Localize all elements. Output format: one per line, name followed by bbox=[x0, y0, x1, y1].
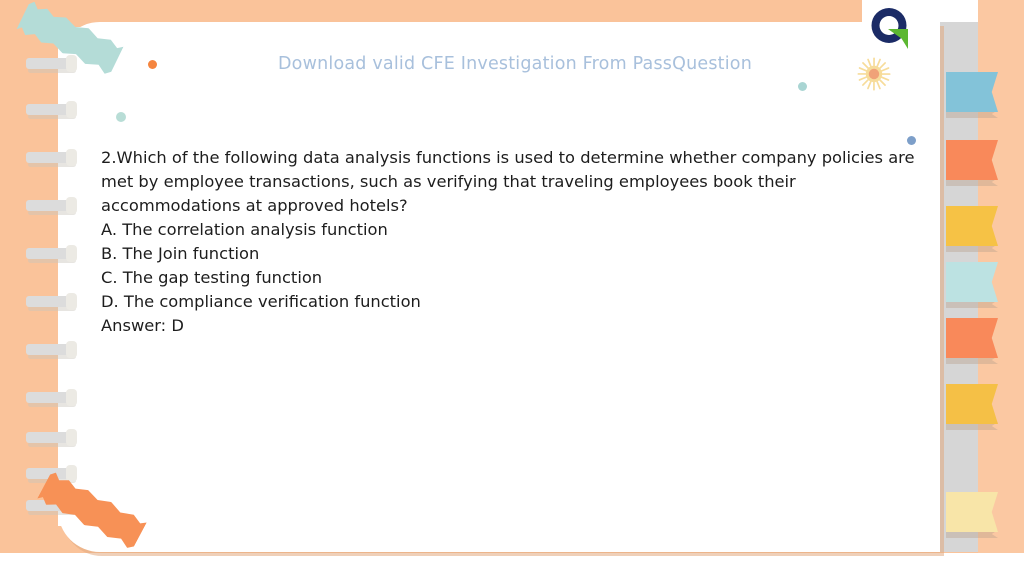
option-c[interactable]: C. The gap testing function bbox=[101, 266, 931, 290]
spiral-ring bbox=[26, 341, 77, 358]
spiral-ring bbox=[26, 149, 77, 166]
answer-label: Answer: D bbox=[101, 316, 184, 335]
q-logo-icon bbox=[871, 8, 908, 49]
spiral-ring bbox=[26, 197, 77, 214]
option-b[interactable]: B. The Join function bbox=[101, 242, 931, 266]
spiral-ring bbox=[26, 293, 77, 310]
question-stem: 2.Which of the following data analysis f… bbox=[101, 148, 915, 215]
pass-question-logo: PASS QUESTION bbox=[866, 4, 1018, 52]
spiral-ring bbox=[26, 245, 77, 262]
sunburst-icon bbox=[857, 57, 891, 91]
spiral-ring bbox=[26, 55, 77, 72]
ribbon-tab-blue[interactable] bbox=[946, 72, 998, 112]
ribbon-tab-orange-2[interactable] bbox=[946, 318, 998, 358]
ribbon-tab-orange-1[interactable] bbox=[946, 140, 998, 180]
dot-orange-top-left bbox=[148, 60, 157, 69]
ribbon-tab-yellow-2[interactable] bbox=[946, 384, 998, 424]
spiral-ring bbox=[26, 389, 77, 406]
ribbon-tab-cream[interactable] bbox=[946, 492, 998, 532]
dot-blue-right bbox=[907, 136, 916, 145]
page-title: Download valid CFE Investigation From Pa… bbox=[278, 54, 752, 74]
question-block: 2.Which of the following data analysis f… bbox=[101, 146, 931, 338]
option-d[interactable]: D. The compliance verification function bbox=[101, 290, 931, 314]
dot-teal-right bbox=[798, 82, 807, 91]
dot-teal-left bbox=[116, 112, 126, 122]
spiral-ring bbox=[26, 429, 77, 446]
ribbon-tab-mint[interactable] bbox=[946, 262, 998, 302]
slide-canvas: PASS QUESTION Download valid CFE Investi… bbox=[0, 0, 1024, 576]
option-a[interactable]: A. The correlation analysis function bbox=[101, 218, 931, 242]
ribbon-tab-yellow-1[interactable] bbox=[946, 206, 998, 246]
spiral-ring bbox=[26, 101, 77, 118]
